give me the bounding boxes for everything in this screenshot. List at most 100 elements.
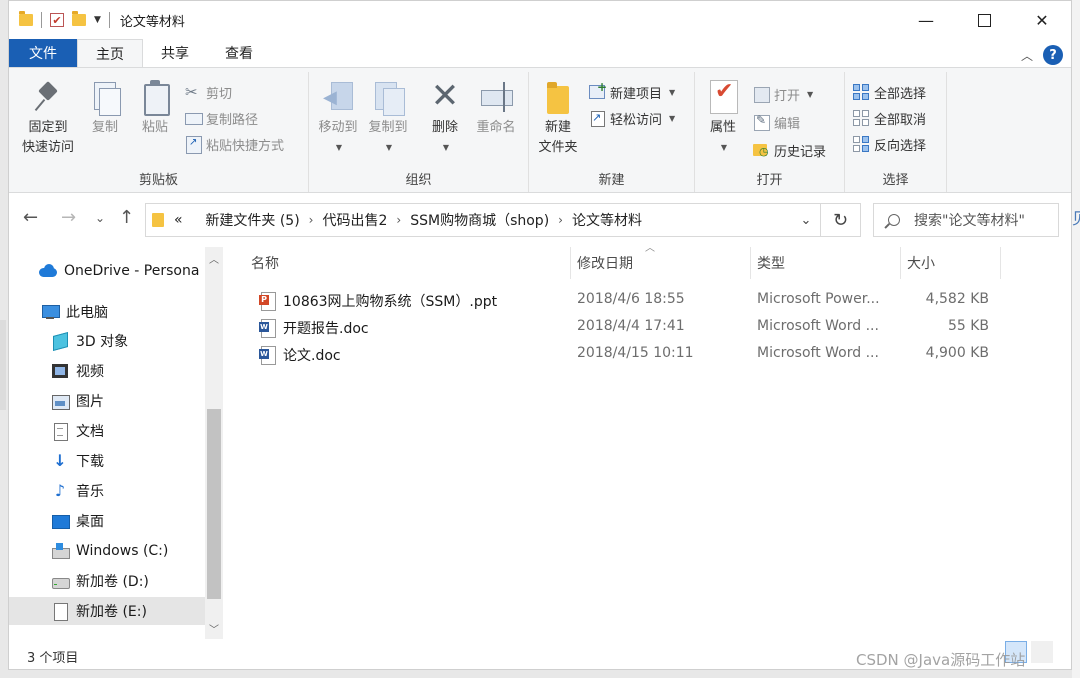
sidebar-item-this-pc[interactable]: 此电脑 — [9, 298, 205, 326]
minimize-button[interactable]: — — [897, 1, 955, 39]
column-header-date[interactable]: 修改日期 — [571, 247, 751, 279]
sidebar-item-pictures[interactable]: 图片 — [9, 387, 205, 415]
recent-locations-button[interactable]: ⌄ — [95, 211, 105, 225]
file-row[interactable]: 论文.doc 2018/4/15 10:11 Microsoft Word ..… — [245, 341, 1035, 368]
history-button[interactable]: 历史记录 — [753, 138, 826, 162]
copy-path-button[interactable]: 复制路径 — [185, 106, 258, 130]
column-header-size[interactable]: 大小 — [901, 247, 1001, 279]
file-type: Microsoft Word ... — [757, 345, 879, 361]
sidebar-item-documents[interactable]: 文档 — [9, 417, 205, 445]
close-button[interactable]: ✕ — [1013, 1, 1071, 39]
breadcrumb-item-current[interactable]: 论文等材料 — [572, 210, 642, 230]
breadcrumb-item[interactable]: 代码出售2 — [322, 210, 387, 230]
background-glyph: 见 — [1072, 205, 1080, 229]
properties-quick-icon[interactable]: ✔ — [50, 13, 64, 27]
sidebar-item-drive-c[interactable]: Windows (C:) — [9, 537, 205, 565]
word-file-icon — [259, 319, 276, 338]
sidebar-item-drive-d[interactable]: 新加卷 (D:) — [9, 567, 205, 595]
cut-button[interactable]: ✂ 剪切 — [185, 80, 232, 104]
easy-access-label: 轻松访问 — [610, 112, 663, 128]
tab-share[interactable]: 共享 — [143, 39, 207, 67]
back-button[interactable]: ← — [23, 207, 38, 228]
address-bar[interactable]: « › 新建文件夹 (5) › 代码出售2 › SSM购物商城（shop) › … — [145, 203, 821, 237]
file-type: Microsoft Word ... — [757, 318, 879, 334]
paste-icon — [138, 78, 172, 116]
desktop-icon — [51, 513, 70, 529]
file-name: 论文.doc — [283, 348, 341, 364]
copy-icon — [88, 78, 122, 116]
copy-button[interactable]: 复制 — [85, 78, 125, 138]
sidebar-item-videos[interactable]: 视频 — [9, 357, 205, 385]
new-item-button[interactable]: 新建项目 ▼ — [589, 80, 675, 104]
search-box[interactable]: 搜索"论文等材料" — [873, 203, 1059, 237]
history-icon — [753, 142, 769, 158]
sidebar-item-desktop[interactable]: 桌面 — [9, 507, 205, 535]
select-none-button[interactable]: 全部取消 — [853, 106, 926, 130]
tab-view[interactable]: 查看 — [207, 39, 271, 67]
paste-shortcut-button[interactable]: 粘贴快捷方式 — [185, 132, 284, 156]
pin-to-quick-access-button[interactable]: 固定到 快速访问 — [15, 78, 81, 158]
scrollbar-thumb[interactable] — [207, 409, 221, 599]
sidebar-item-drive-e[interactable]: 新加卷 (E:) — [9, 597, 205, 625]
tab-home[interactable]: 主页 — [77, 39, 143, 67]
sidebar-item-label: 新加卷 (E:) — [76, 604, 147, 620]
move-to-button[interactable]: 移动到 ▼ — [315, 78, 361, 158]
tab-file[interactable]: 文件 — [9, 39, 77, 67]
sidebar-item-label: Windows (C:) — [76, 543, 169, 559]
properties-dropdown-icon: ▼ — [720, 143, 728, 152]
scroll-down-icon[interactable]: ﹀ — [205, 621, 223, 636]
open-group-label: 打开 — [756, 173, 783, 188]
paste-button[interactable]: 粘贴 — [135, 78, 175, 138]
maximize-button[interactable] — [955, 1, 1013, 39]
sidebar-item-onedrive[interactable]: OneDrive - Persona — [9, 257, 205, 285]
column-header-type[interactable]: 类型 — [751, 247, 901, 279]
breadcrumb-separator-icon[interactable]: › — [396, 213, 401, 227]
new-folder-quick-icon[interactable] — [72, 11, 86, 26]
navigation-scrollbar[interactable]: ︿ ﹀ — [205, 247, 223, 639]
edit-icon — [753, 113, 770, 131]
open-button[interactable]: 打开 ▼ — [753, 82, 813, 106]
sidebar-item-3d-objects[interactable]: 3D 对象 — [9, 327, 205, 355]
new-folder-button[interactable]: 新建 文件夹 — [533, 78, 583, 158]
select-all-button[interactable]: 全部选择 — [853, 80, 926, 104]
folder-icon — [19, 11, 33, 26]
breadcrumb-separator-icon[interactable]: › — [309, 213, 314, 227]
toolbar-separator — [108, 12, 110, 28]
breadcrumb-item[interactable]: SSM购物商城（shop) — [410, 210, 549, 230]
chevron-down-icon: ⌄ — [800, 212, 812, 228]
column-header-name[interactable]: 名称 — [245, 247, 571, 279]
up-button[interactable]: ↑ — [119, 207, 134, 228]
new-group: 新建 文件夹 新建项目 ▼ 轻松访问 ▼ 新建 — [529, 72, 695, 192]
easy-access-button[interactable]: 轻松访问 ▼ — [589, 106, 675, 130]
invert-selection-button[interactable]: 反向选择 — [853, 132, 926, 156]
background-window-edge — [0, 320, 6, 410]
new-folder-icon — [541, 78, 575, 114]
search-input[interactable]: 搜索"论文等材料" — [914, 210, 1025, 230]
large-icons-view-button[interactable] — [1031, 641, 1053, 663]
delete-button[interactable]: ✕ 删除 ▼ — [425, 78, 465, 158]
address-history-dropdown[interactable]: ⌄ — [792, 204, 820, 236]
edit-button[interactable]: 编辑 — [753, 110, 800, 134]
file-row[interactable]: 10863网上购物系统（SSM）.ppt 2018/4/6 18:55 Micr… — [245, 287, 1035, 314]
file-size: 4,900 KB — [925, 345, 989, 361]
address-overflow[interactable]: « — [174, 212, 183, 228]
sidebar-item-downloads[interactable]: ↓ 下载 — [9, 447, 205, 475]
scroll-up-icon[interactable]: ︿ — [205, 251, 223, 266]
new-folder-label-line2: 文件夹 — [538, 140, 578, 155]
sidebar-item-label: 下载 — [76, 454, 104, 470]
breadcrumb-item[interactable]: 新建文件夹 (5) — [205, 210, 299, 230]
copy-to-button[interactable]: 复制到 ▼ — [365, 78, 411, 158]
paste-shortcut-label: 粘贴快捷方式 — [206, 138, 285, 154]
refresh-button[interactable]: ↻ — [821, 203, 861, 237]
properties-button[interactable]: 属性 ▼ — [703, 78, 743, 158]
file-row[interactable]: 开题报告.doc 2018/4/4 17:41 Microsoft Word .… — [245, 314, 1035, 341]
breadcrumb-separator-icon[interactable]: › — [558, 213, 563, 227]
collapse-ribbon-icon[interactable]: ︿ — [1021, 47, 1033, 64]
customize-toolbar-dropdown-icon[interactable]: ▼ — [94, 15, 101, 25]
sidebar-item-label: 文档 — [76, 424, 104, 440]
forward-button[interactable]: → — [61, 207, 76, 228]
rename-button[interactable]: 重命名 — [471, 78, 521, 138]
help-icon[interactable]: ? — [1043, 45, 1063, 65]
invert-selection-icon — [853, 136, 869, 152]
sidebar-item-music[interactable]: ♪ 音乐 — [9, 477, 205, 505]
